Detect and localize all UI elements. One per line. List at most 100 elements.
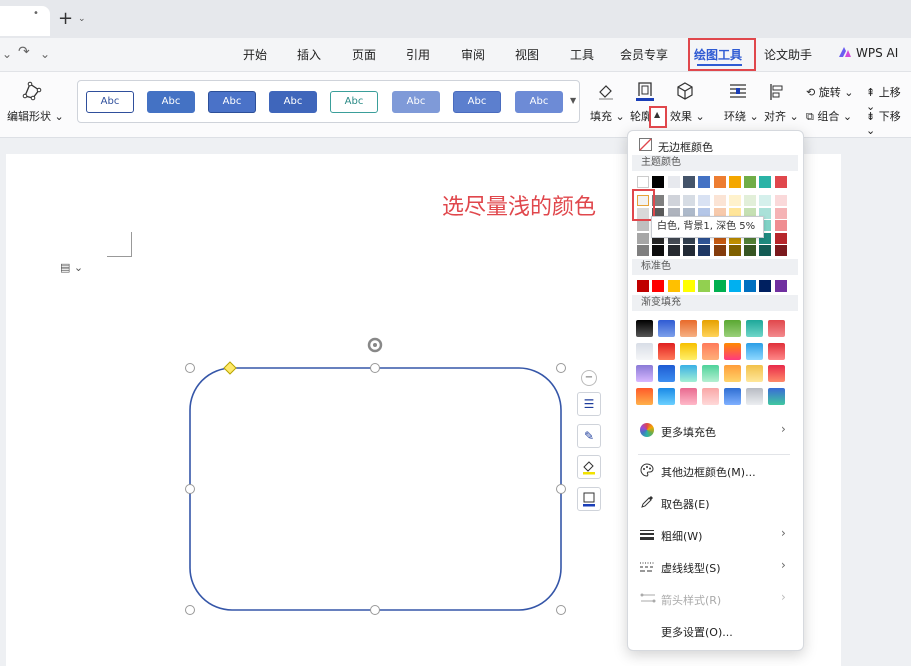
- align-icon[interactable]: [769, 83, 787, 101]
- gradient-fill-chip[interactable]: [746, 342, 763, 360]
- menu-view[interactable]: 视图: [515, 46, 539, 63]
- theme-color-shade-chip[interactable]: [698, 245, 711, 256]
- theme-color-shade-chip[interactable]: [759, 245, 772, 256]
- resize-handle[interactable]: [556, 484, 566, 494]
- standard-color-chip[interactable]: [713, 280, 726, 292]
- theme-color-chip[interactable]: [652, 176, 665, 188]
- resize-handle[interactable]: [556, 605, 566, 615]
- shape-style-swatch[interactable]: Abc: [515, 91, 563, 113]
- theme-color-shade-chip[interactable]: [713, 245, 726, 256]
- new-tab-menu-chevron-icon[interactable]: ⌄: [78, 14, 86, 24]
- theme-color-shade-chip[interactable]: [728, 245, 741, 256]
- standard-color-chip[interactable]: [667, 280, 680, 292]
- theme-color-chip[interactable]: [774, 176, 787, 188]
- gradient-fill-chip[interactable]: [702, 365, 719, 382]
- side-wrap-button[interactable]: ☰: [577, 392, 601, 416]
- gradient-fill-chip[interactable]: [658, 320, 675, 337]
- standard-color-chip[interactable]: [759, 280, 772, 292]
- other-border-colors-option[interactable]: 其他边框颜色(M)...: [661, 464, 756, 480]
- theme-color-shade-chip[interactable]: [744, 245, 757, 256]
- theme-color-chip[interactable]: [744, 176, 757, 188]
- fill-button[interactable]: 填充 ⌄: [590, 108, 625, 124]
- gradient-fill-chip[interactable]: [702, 342, 719, 360]
- menu-drawing-tools[interactable]: 绘图工具: [694, 46, 742, 63]
- new-tab-plus-icon[interactable]: +: [58, 10, 73, 28]
- menu-references[interactable]: 引用: [406, 46, 430, 63]
- eyedropper-option[interactable]: 取色器(E): [661, 496, 710, 512]
- standard-color-chip[interactable]: [774, 280, 787, 292]
- undo-menu-chevron-icon[interactable]: ⌄: [2, 47, 12, 61]
- theme-color-shade-chip[interactable]: [637, 245, 649, 256]
- gradient-fill-chip[interactable]: [768, 320, 785, 337]
- theme-color-shade-chip[interactable]: [774, 232, 787, 244]
- theme-color-shade-chip[interactable]: [682, 245, 695, 256]
- gradient-fill-chip[interactable]: [768, 365, 785, 382]
- gradient-fill-chip[interactable]: [680, 365, 697, 382]
- layout-options-icon[interactable]: ▤ ⌄: [60, 261, 92, 277]
- theme-color-shade-chip[interactable]: [667, 245, 680, 256]
- rotate-button[interactable]: ⟲ 旋转 ⌄: [806, 84, 853, 100]
- dash-style-option[interactable]: 虚线线型(S): [661, 560, 721, 576]
- gradient-fill-chip[interactable]: [724, 365, 741, 382]
- theme-color-shade-chip[interactable]: [698, 195, 711, 206]
- menu-review[interactable]: 审阅: [461, 46, 485, 63]
- gradient-fill-chip[interactable]: [702, 320, 719, 337]
- theme-color-shade-chip[interactable]: [774, 245, 787, 256]
- fill-bucket-icon[interactable]: [596, 82, 616, 102]
- outline-dropdown-arrow-icon[interactable]: ▲: [654, 110, 660, 119]
- align-button[interactable]: 对齐 ⌄: [764, 108, 799, 124]
- shape-style-swatch[interactable]: Abc: [208, 91, 256, 113]
- gradient-fill-chip[interactable]: [724, 320, 741, 337]
- shape-style-swatch[interactable]: Abc: [392, 91, 440, 113]
- gradient-fill-chip[interactable]: [636, 342, 653, 360]
- rounded-rectangle-shape[interactable]: [180, 335, 575, 620]
- standard-color-chip[interactable]: [744, 280, 757, 292]
- resize-handle[interactable]: [370, 605, 380, 615]
- gradient-fill-chip[interactable]: [636, 387, 653, 405]
- theme-color-chip[interactable]: [698, 176, 711, 188]
- wrap-button[interactable]: 环绕 ⌄: [724, 108, 759, 124]
- theme-color-chip[interactable]: [637, 176, 649, 188]
- shape-outline[interactable]: [189, 367, 562, 611]
- gradient-fill-chip[interactable]: [768, 342, 785, 360]
- edit-shape-icon[interactable]: [21, 80, 43, 102]
- more-settings-option[interactable]: 更多设置(O)...: [661, 624, 733, 640]
- theme-color-shade-chip[interactable]: [637, 220, 649, 231]
- group-button[interactable]: ⧉ 组合 ⌄: [806, 108, 852, 124]
- redo-menu-chevron-icon[interactable]: ⌄: [40, 47, 50, 61]
- effects-cube-icon[interactable]: [675, 81, 695, 101]
- theme-color-shade-chip[interactable]: [774, 207, 787, 219]
- gradient-fill-chip[interactable]: [768, 387, 785, 405]
- line-weight-option[interactable]: 粗细(W): [661, 528, 702, 544]
- gradient-fill-chip[interactable]: [680, 320, 697, 337]
- shape-style-swatch[interactable]: Abc: [147, 91, 195, 113]
- resize-handle[interactable]: [185, 605, 195, 615]
- standard-color-chip[interactable]: [637, 280, 649, 292]
- menu-member[interactable]: 会员专享: [620, 46, 668, 63]
- gradient-fill-chip[interactable]: [746, 320, 763, 337]
- menu-page[interactable]: 页面: [352, 46, 376, 63]
- theme-color-shade-chip[interactable]: [652, 245, 665, 256]
- theme-color-chip[interactable]: [713, 176, 726, 188]
- send-backward-button[interactable]: ⇟ 下移 ⌄: [866, 108, 911, 137]
- no-border-color-option[interactable]: 无边框颜色: [658, 139, 713, 155]
- more-fill-colors-option[interactable]: 更多填充色: [661, 424, 716, 440]
- theme-color-shade-chip[interactable]: [774, 220, 787, 231]
- theme-color-chip[interactable]: [759, 176, 772, 188]
- theme-color-shade-chip[interactable]: [637, 232, 649, 244]
- theme-color-shade-chip[interactable]: [728, 195, 741, 206]
- menu-thesis-assistant[interactable]: 论文助手: [764, 46, 812, 63]
- outline-button[interactable]: [630, 78, 660, 104]
- standard-color-chip[interactable]: [682, 280, 695, 292]
- shape-style-swatch[interactable]: Abc: [453, 91, 501, 113]
- resize-handle[interactable]: [185, 484, 195, 494]
- theme-color-chip[interactable]: [728, 176, 741, 188]
- standard-color-chip[interactable]: [652, 280, 665, 292]
- theme-color-shade-chip[interactable]: [759, 195, 772, 206]
- menu-tools[interactable]: 工具: [570, 46, 594, 63]
- gradient-fill-chip[interactable]: [658, 365, 675, 382]
- resize-handle[interactable]: [556, 363, 566, 373]
- gradient-fill-chip[interactable]: [680, 387, 697, 405]
- standard-color-chip[interactable]: [698, 280, 711, 292]
- theme-color-shade-chip[interactable]: [744, 195, 757, 206]
